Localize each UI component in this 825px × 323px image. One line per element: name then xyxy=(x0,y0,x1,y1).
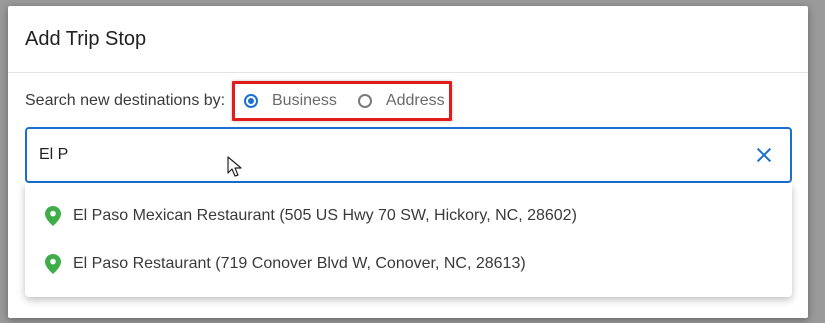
map-pin-icon xyxy=(45,206,61,226)
search-by-row: Search new destinations by: xyxy=(25,92,225,110)
radio-option-business[interactable]: Business xyxy=(244,92,337,110)
search-by-label: Search new destinations by: xyxy=(25,92,226,109)
map-pin-icon xyxy=(45,254,61,274)
radio-label-business[interactable]: Business xyxy=(272,92,337,110)
list-item[interactable]: El Paso Restaurant (719 Conover Blvd W, … xyxy=(25,240,792,288)
list-item-label: El Paso Restaurant (719 Conover Blvd W, … xyxy=(73,255,526,272)
search-type-radio-group: Business Address xyxy=(232,81,452,121)
list-item-label: El Paso Mexican Restaurant (505 US Hwy 7… xyxy=(73,207,577,224)
list-item[interactable]: El Paso Mexican Restaurant (505 US Hwy 7… xyxy=(25,192,792,240)
add-trip-stop-dialog: Add Trip Stop Search new destinations by… xyxy=(8,6,808,318)
destination-search-field xyxy=(25,127,792,183)
radio-button-business[interactable] xyxy=(244,94,258,108)
radio-button-address[interactable] xyxy=(357,94,372,108)
autocomplete-dropdown: El Paso Mexican Restaurant (505 US Hwy 7… xyxy=(25,183,792,297)
mouse-pointer-icon xyxy=(227,156,242,177)
close-icon[interactable] xyxy=(752,143,776,167)
dialog-title: Add Trip Stop xyxy=(25,27,147,50)
radio-option-address[interactable]: Address xyxy=(357,92,445,110)
radio-label-address[interactable]: Address xyxy=(386,92,445,110)
dialog-header: Add Trip Stop xyxy=(8,6,808,73)
destination-search-input[interactable] xyxy=(37,145,752,165)
